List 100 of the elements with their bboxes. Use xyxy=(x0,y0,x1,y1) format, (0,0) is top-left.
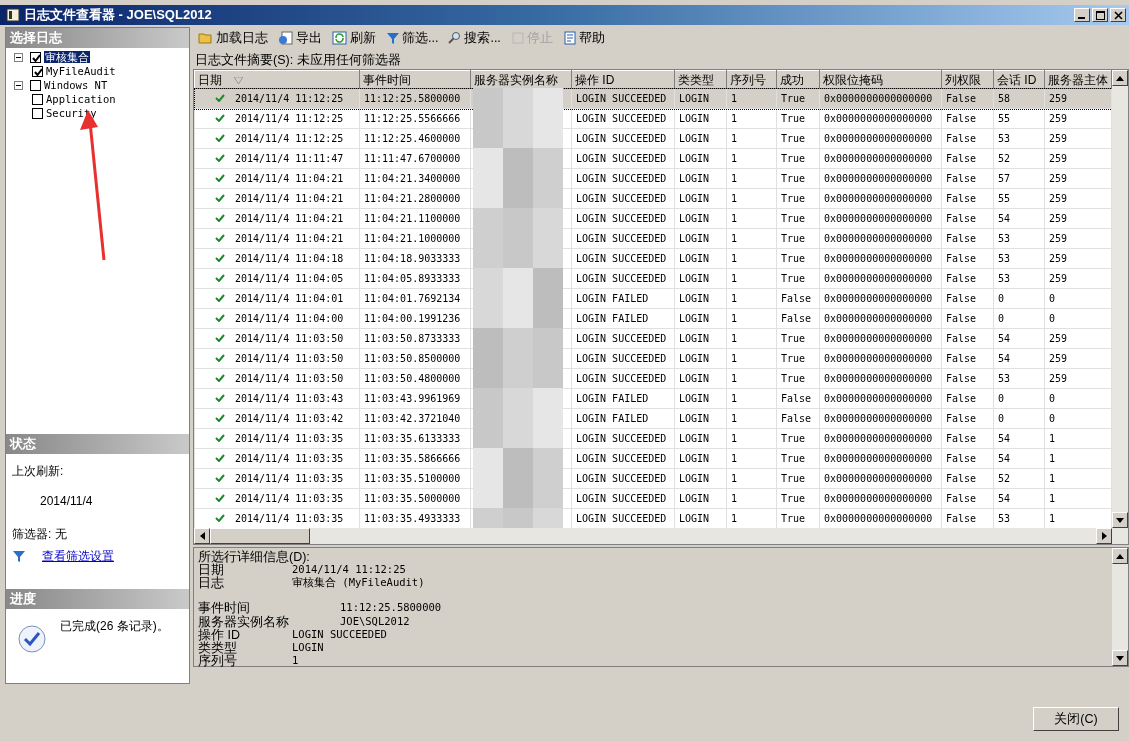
table-cell: 2014/11/4 11:04:05 xyxy=(235,272,344,284)
table-row[interactable]: 2014/11/4 11:04:00 11:04:00.1991236 LOGIN FAILED LOGIN 1 False 0x0000000000000000 False 0 0 xyxy=(194,308,1112,329)
scroll-arrow-icon[interactable] xyxy=(1101,532,1107,540)
table-row[interactable]: 2014/11/4 11:04:05 11:04:05.8933333 LOGIN SUCCEEDED LOGIN 1 True 0x0000000000000000 False 53 259 xyxy=(194,268,1112,289)
table-row[interactable]: 2014/11/4 11:04:21 11:04:21.2800000 LOGIN SUCCEEDED LOGIN 1 True 0x0000000000000000 False 55 259 xyxy=(194,188,1112,209)
vertical-scrollbar[interactable] xyxy=(1112,548,1128,666)
toolbar-button[interactable]: 帮助 xyxy=(559,30,608,46)
table-cell: 11:03:50.8500000 xyxy=(364,352,461,364)
table-row[interactable]: 2014/11/4 11:11:47 11:11:47.6700000 LOGIN SUCCEEDED LOGIN 1 True 0x0000000000000000 False 52 259 xyxy=(194,148,1112,169)
column-header[interactable]: 服务器主体 xyxy=(1044,70,1112,89)
column-header[interactable]: 序列号 xyxy=(726,70,777,89)
table-cell: 2014/11/4 11:03:35 xyxy=(235,492,344,504)
table-cell: LOGIN FAILED xyxy=(576,392,649,404)
scroll-arrow-icon[interactable] xyxy=(1116,517,1124,523)
tree-item[interactable]: Application xyxy=(46,92,116,106)
close-button[interactable] xyxy=(1110,8,1126,22)
table-cell: LOGIN xyxy=(679,452,710,464)
table-cell: 53 xyxy=(998,372,1011,384)
checkbox[interactable] xyxy=(30,51,41,63)
table-cell: False xyxy=(946,392,977,404)
toolbar-button[interactable]: 刷新 xyxy=(329,30,379,46)
table-cell: 1 xyxy=(731,432,738,444)
table-row[interactable]: 2014/11/4 11:03:35 11:03:35.6133333 LOGIN SUCCEEDED LOGIN 1 True 0x0000000000000000 False 54 1 xyxy=(194,428,1112,449)
scroll-arrow-icon[interactable] xyxy=(1116,553,1124,559)
scroll-arrow-icon[interactable] xyxy=(1116,75,1124,81)
detail-value: LOGIN SUCCEEDED xyxy=(292,628,387,642)
table-cell: 1 xyxy=(731,132,738,144)
column-header[interactable]: 类类型 xyxy=(674,70,727,89)
vertical-scrollbar[interactable] xyxy=(1112,70,1128,528)
table-cell: LOGIN SUCCEEDED xyxy=(576,112,667,124)
column-header[interactable]: 权限位掩码 xyxy=(819,70,942,89)
maximize-button[interactable] xyxy=(1092,8,1108,22)
table-row[interactable]: 2014/11/4 11:12:25 11:12:25.5566666 LOGIN SUCCEEDED LOGIN 1 True 0x0000000000000000 False 55 259 xyxy=(194,108,1112,129)
table-row[interactable]: 2014/11/4 11:03:35 11:03:35.5000000 LOGIN SUCCEEDED LOGIN 1 True 0x0000000000000000 False 54 1 xyxy=(194,488,1112,509)
table-cell: 0x0000000000000000 xyxy=(824,312,933,324)
table-row[interactable]: 2014/11/4 11:03:35 11:03:35.5866666 LOGIN SUCCEEDED LOGIN 1 True 0x0000000000000000 False 54 1 xyxy=(194,448,1112,469)
table-cell: 2014/11/4 11:03:43 xyxy=(235,392,344,404)
column-header[interactable]: 日期 xyxy=(194,70,360,89)
filter-settings-link[interactable]: 查看筛选设置 xyxy=(42,549,114,564)
summary-label: 日志文件摘要(S): 未应用任何筛选器 xyxy=(194,52,402,69)
column-header[interactable]: 会话 ID xyxy=(993,70,1045,89)
table-cell: True xyxy=(781,472,806,484)
checkbox[interactable] xyxy=(32,93,43,105)
table-cell: 11:12:25.5566666 xyxy=(364,112,461,124)
table-cell: 0x0000000000000000 xyxy=(824,132,933,144)
column-header[interactable]: 操作 ID xyxy=(571,70,675,89)
table-cell: True xyxy=(781,352,806,364)
toolbar-button[interactable]: 加载日志 xyxy=(195,30,271,46)
tree-item[interactable]: MyFileAudit xyxy=(46,64,116,78)
window-title: 日志文件查看器 - JOE\SQL2012 xyxy=(24,7,212,23)
tree-item[interactable]: 审核集合 xyxy=(44,50,90,64)
check-icon xyxy=(215,513,225,522)
checkbox[interactable] xyxy=(32,65,43,77)
collapse-toggle[interactable] xyxy=(14,52,23,62)
horizontal-scrollbar[interactable] xyxy=(194,528,1128,544)
table-cell: LOGIN xyxy=(679,152,710,164)
table-cell: 2014/11/4 11:04:21 xyxy=(235,192,344,204)
table-cell: 2014/11/4 11:12:25 xyxy=(235,112,344,124)
scroll-arrow-icon[interactable] xyxy=(1116,655,1124,661)
toolbar-button[interactable]: 筛选... xyxy=(383,30,442,46)
check-icon xyxy=(215,493,225,502)
scroll-arrow-icon[interactable] xyxy=(199,532,205,540)
table-row[interactable]: 2014/11/4 11:04:21 11:04:21.3400000 LOGIN SUCCEEDED LOGIN 1 True 0x0000000000000000 False 57 259 xyxy=(194,168,1112,189)
checkbox[interactable] xyxy=(32,107,43,119)
check-icon xyxy=(215,133,225,142)
table-cell: 1 xyxy=(731,232,738,244)
table-row[interactable]: 2014/11/4 11:03:35 11:03:35.5100000 LOGIN SUCCEEDED LOGIN 1 True 0x0000000000000000 False 52 1 xyxy=(194,468,1112,489)
table-row[interactable]: 2014/11/4 11:12:25 11:12:25.5800000 LOGIN SUCCEEDED LOGIN 1 True 0x0000000000000000 False 58 259 xyxy=(194,88,1112,109)
search-icon xyxy=(448,31,463,45)
table-row[interactable]: 2014/11/4 11:04:01 11:04:01.7692134 LOGIN FAILED LOGIN 1 False 0x0000000000000000 False 0 0 xyxy=(194,288,1112,309)
table-row[interactable]: 2014/11/4 11:03:42 11:03:42.3721040 LOGIN FAILED LOGIN 1 False 0x0000000000000000 False 0 0 xyxy=(194,408,1112,429)
table-row[interactable]: 2014/11/4 11:03:43 11:03:43.9961969 LOGIN FAILED LOGIN 1 False 0x0000000000000000 False 0 0 xyxy=(194,388,1112,409)
column-header[interactable]: 事件时间 xyxy=(359,70,471,89)
table-row[interactable]: 2014/11/4 11:04:21 11:04:21.1000000 LOGIN SUCCEEDED LOGIN 1 True 0x0000000000000000 False 53 259 xyxy=(194,228,1112,249)
table-cell: 2014/11/4 11:12:25 xyxy=(235,92,344,104)
toolbar-button[interactable]: 搜索... xyxy=(445,30,504,46)
minimize-button[interactable] xyxy=(1074,8,1090,22)
close-dialog-button[interactable]: 关闭(C) xyxy=(1033,707,1119,731)
table-row[interactable]: 2014/11/4 11:03:50 11:03:50.8733333 LOGIN SUCCEEDED LOGIN 1 True 0x0000000000000000 False 54 259 xyxy=(194,328,1112,349)
table-cell: 11:03:42.3721040 xyxy=(364,412,461,424)
table-cell: 2014/11/4 11:03:50 xyxy=(235,332,344,344)
tree-item[interactable]: Security xyxy=(46,106,97,120)
column-header[interactable]: 成功 xyxy=(776,70,820,89)
table-cell: 54 xyxy=(998,212,1011,224)
table-cell: LOGIN FAILED xyxy=(576,412,649,424)
toolbar-button[interactable]: 导出 xyxy=(275,30,325,46)
table-row[interactable]: 2014/11/4 11:04:18 11:04:18.9033333 LOGIN SUCCEEDED LOGIN 1 True 0x0000000000000000 False 53 259 xyxy=(194,248,1112,269)
table-cell: True xyxy=(781,372,806,384)
check-icon xyxy=(215,413,225,422)
tree-item[interactable]: Windows NT xyxy=(44,78,108,92)
table-row[interactable]: 2014/11/4 11:03:50 11:03:50.8500000 LOGIN SUCCEEDED LOGIN 1 True 0x0000000000000000 False 54 259 xyxy=(194,348,1112,369)
column-header[interactable]: 服务器实例名称 xyxy=(470,70,572,89)
table-cell: 2014/11/4 11:04:21 xyxy=(235,172,344,184)
column-header[interactable]: 列权限 xyxy=(941,70,994,89)
collapse-toggle[interactable] xyxy=(14,80,23,90)
table-cell: True xyxy=(781,252,806,264)
table-row[interactable]: 2014/11/4 11:04:21 11:04:21.1100000 LOGIN SUCCEEDED LOGIN 1 True 0x0000000000000000 False 54 259 xyxy=(194,208,1112,229)
table-row[interactable]: 2014/11/4 11:03:50 11:03:50.4800000 LOGIN SUCCEEDED LOGIN 1 True 0x0000000000000000 False 53 259 xyxy=(194,368,1112,389)
checkbox[interactable] xyxy=(30,79,41,91)
table-row[interactable]: 2014/11/4 11:12:25 11:12:25.4600000 LOGIN SUCCEEDED LOGIN 1 True 0x0000000000000000 False 53 259 xyxy=(194,128,1112,149)
